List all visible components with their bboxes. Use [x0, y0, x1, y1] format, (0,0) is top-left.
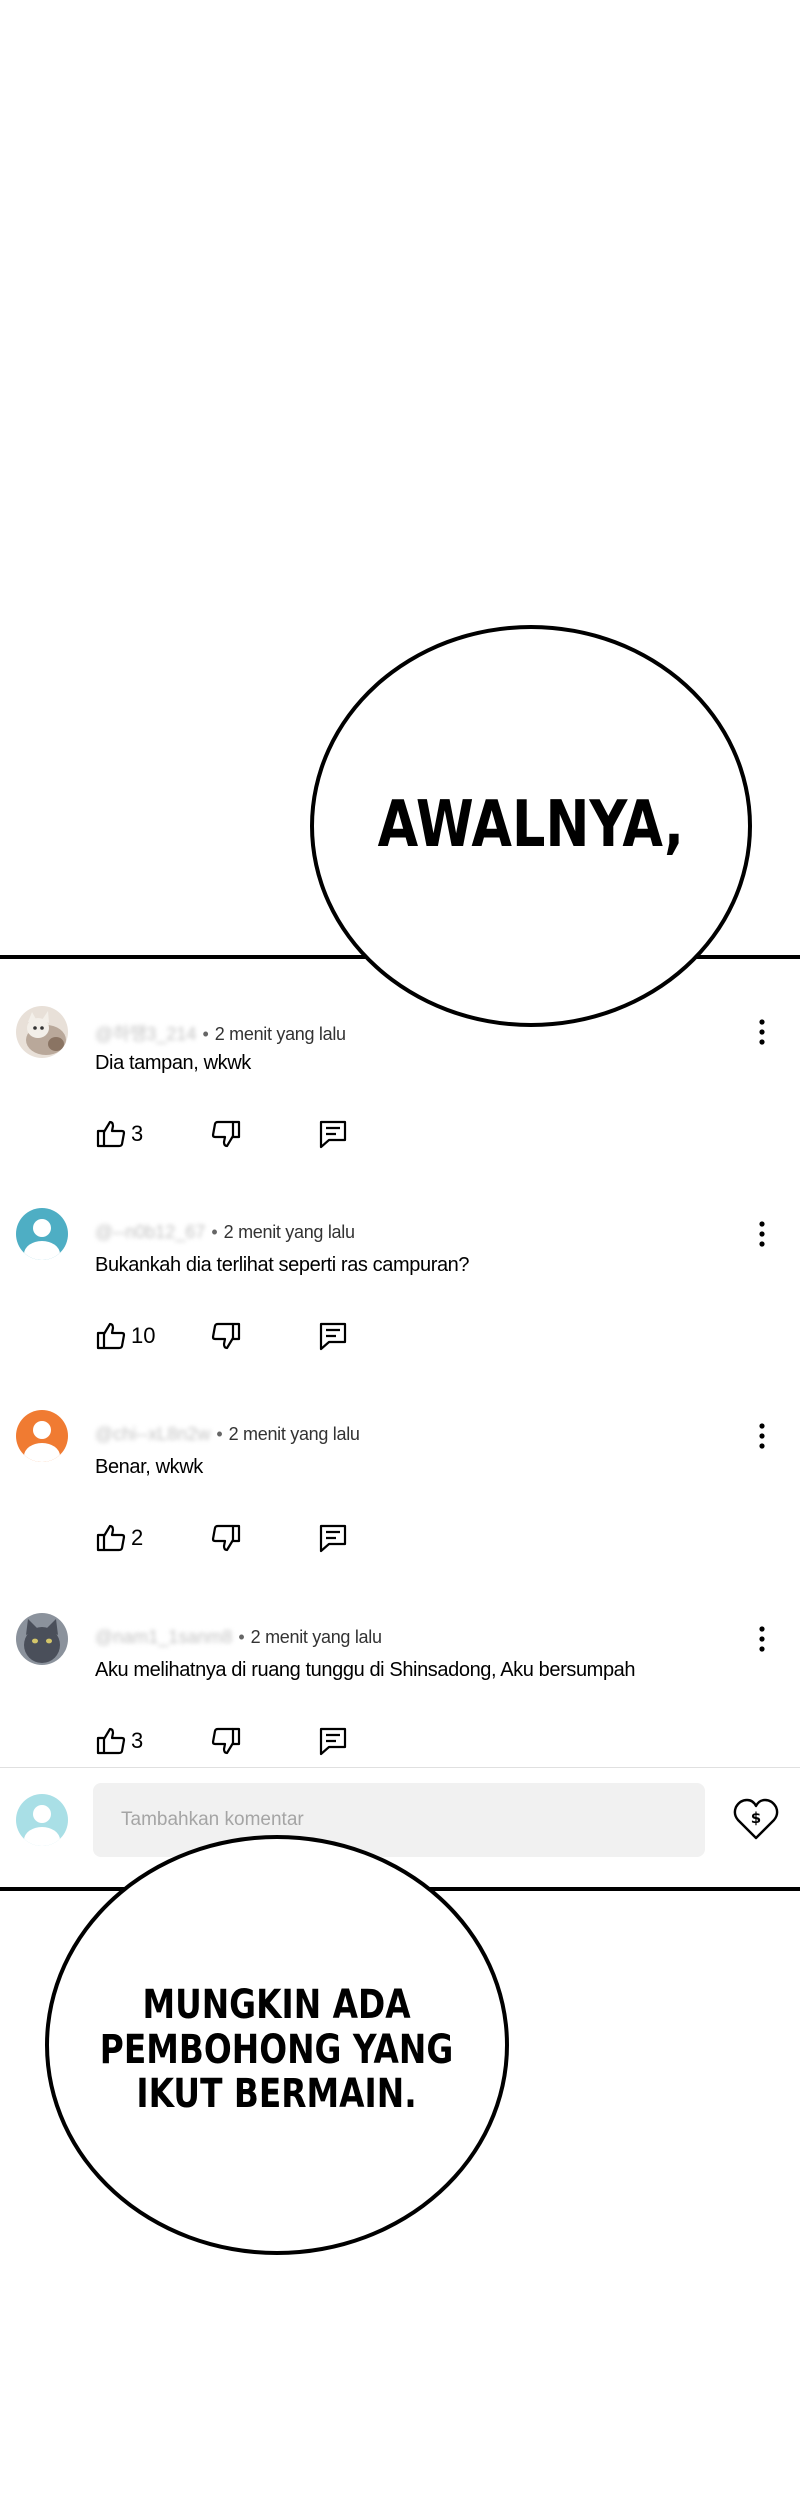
thumb-up-icon	[96, 1524, 126, 1552]
avatar[interactable]	[16, 1410, 68, 1462]
comment-time: 2 menit yang lalu	[228, 1424, 360, 1444]
comment-item: @--n0b12_67 • 2 menit yang lalu Bukankah d…	[0, 1208, 800, 1408]
heart-dollar-icon: $	[733, 1798, 779, 1840]
avatar[interactable]	[16, 1208, 68, 1260]
like-button[interactable]: 3	[95, 1725, 143, 1757]
current-user-avatar	[16, 1794, 68, 1846]
avatar[interactable]	[16, 1613, 68, 1665]
comment-username[interactable]: @nam1_1sanm8	[95, 1627, 232, 1647]
dislike-button[interactable]	[210, 1725, 242, 1762]
like-button[interactable]: 3	[95, 1118, 143, 1150]
kebab-menu-icon[interactable]	[752, 1016, 772, 1048]
like-count: 3	[131, 1728, 144, 1753]
thumb-down-icon	[211, 1727, 241, 1755]
speech-bubble-bottom: MUNGKIN ADA PEMBOHONG YANG IKUT BERMAIN.	[45, 1835, 509, 2255]
comment-input-placeholder: Tambahkan komentar	[121, 1809, 304, 1830]
thumb-down-icon	[211, 1524, 241, 1552]
comment-username[interactable]: @하땡3_214	[95, 1024, 196, 1044]
like-count: 10	[131, 1323, 156, 1348]
dislike-button[interactable]	[210, 1522, 242, 1559]
speech-bubble-top-text: AWALNYA,	[377, 788, 685, 863]
avatar[interactable]	[16, 1006, 68, 1058]
thumb-down-icon	[211, 1120, 241, 1148]
like-button[interactable]: 10	[95, 1320, 155, 1352]
thumb-down-icon	[211, 1322, 241, 1350]
comment-time: 2 menit yang lalu	[223, 1222, 355, 1242]
like-count: 2	[131, 1525, 144, 1550]
thumb-up-icon	[96, 1322, 126, 1350]
comment-actions: 10	[95, 1320, 395, 1356]
comment-username[interactable]: @--n0b12_67	[95, 1222, 205, 1242]
comment-meta: @--n0b12_67 • 2 menit yang lalu	[95, 1222, 355, 1242]
comment-text: Bukankah dia terlihat seperti ras campur…	[95, 1254, 470, 1276]
comment-text: Benar, wkwk	[95, 1456, 203, 1478]
comment-actions: 3	[95, 1118, 395, 1154]
comment-time: 2 menit yang lalu	[250, 1627, 382, 1647]
kebab-menu-icon[interactable]	[752, 1420, 772, 1452]
comment-time: 2 menit yang lalu	[214, 1024, 346, 1044]
comment-text: Dia tampan, wkwk	[95, 1052, 251, 1074]
reply-button[interactable]	[317, 1320, 349, 1357]
comment-meta: @nam1_1sanm8 • 2 menit yang lalu	[95, 1627, 382, 1647]
reply-button[interactable]	[317, 1725, 349, 1762]
reply-icon	[319, 1322, 347, 1351]
dislike-button[interactable]	[210, 1118, 242, 1155]
kebab-menu-icon[interactable]	[752, 1623, 772, 1655]
thumb-up-icon	[96, 1120, 126, 1148]
reply-button[interactable]	[317, 1118, 349, 1155]
comment-meta: @하땡3_214 • 2 menit yang lalu	[95, 1024, 346, 1044]
reply-icon	[319, 1524, 347, 1553]
comment-item: @chi--xL8n2w • 2 menit yang lalu Benar, wk…	[0, 1410, 800, 1610]
speech-bubble-bottom-text: MUNGKIN ADA PEMBOHONG YANG IKUT BERMAIN.	[100, 1981, 454, 2118]
reply-icon	[319, 1727, 347, 1756]
like-count: 3	[131, 1121, 144, 1146]
comment-actions: 2	[95, 1522, 395, 1558]
reply-icon	[319, 1120, 347, 1149]
reply-button[interactable]	[317, 1522, 349, 1559]
svg-text:$: $	[751, 1809, 761, 1827]
thumb-up-icon	[96, 1727, 126, 1755]
comment-meta: @chi--xL8n2w • 2 menit yang lalu	[95, 1424, 360, 1444]
comment-username[interactable]: @chi--xL8n2w	[95, 1424, 210, 1444]
comment-actions: 3	[95, 1725, 395, 1761]
comment-text: Aku melihatnya di ruang tunggu di Shinsa…	[95, 1659, 636, 1681]
kebab-menu-icon[interactable]	[752, 1218, 772, 1250]
dislike-button[interactable]	[210, 1320, 242, 1357]
comment-input[interactable]: Tambahkan komentar	[93, 1783, 705, 1857]
tip-button[interactable]: $	[732, 1796, 780, 1847]
speech-bubble-top: AWALNYA,	[310, 625, 752, 1027]
like-button[interactable]: 2	[95, 1522, 143, 1554]
comment-item: @하땡3_214 • 2 menit yang lalu Dia tampan, w…	[0, 1006, 800, 1206]
